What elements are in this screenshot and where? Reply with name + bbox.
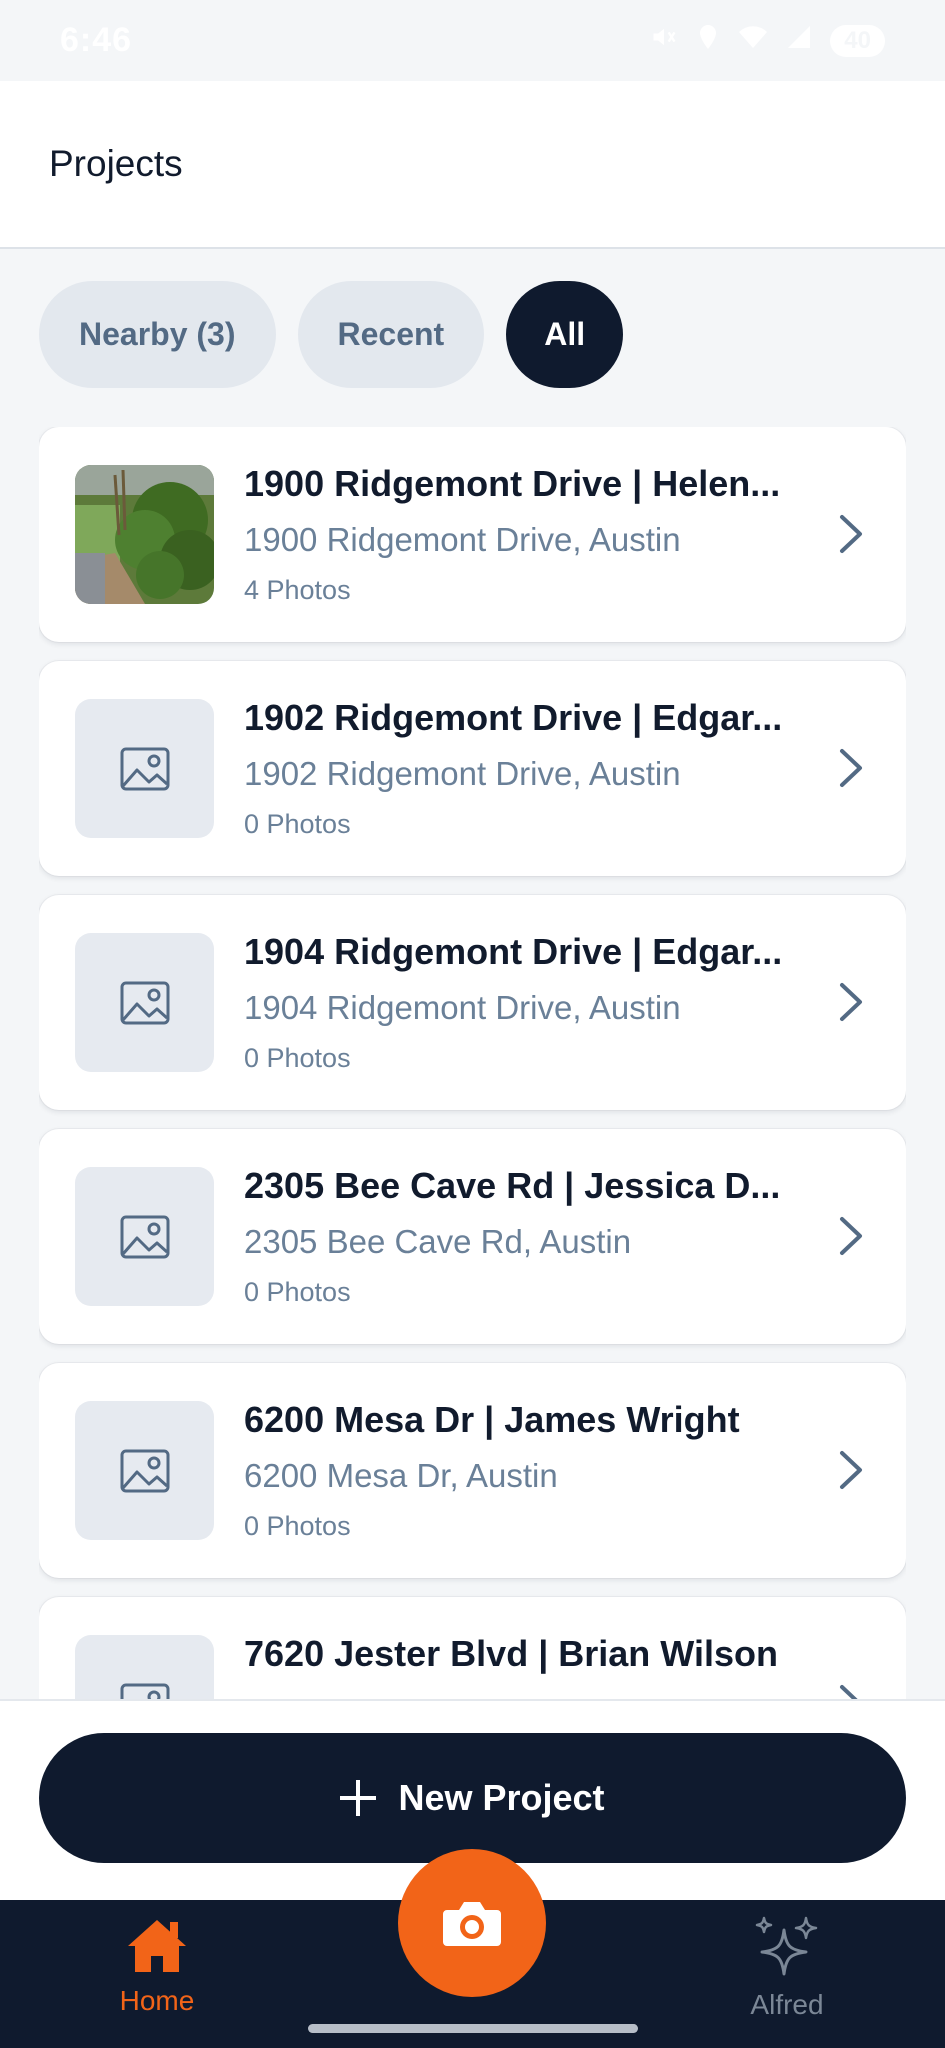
filter-chips: Nearby (3) Recent All [39,281,624,388]
project-address: 2305 Bee Cave Rd, Austin [244,1223,632,1260]
signal-icon [786,24,812,57]
sparkles-icon [755,1916,818,1976]
project-thumbnail-placeholder [75,699,214,838]
project-thumbnail-placeholder [75,933,214,1072]
tab-alfred[interactable]: Alfred [707,1916,867,2021]
chevron-right-icon [840,983,862,1021]
project-card[interactable]: 2305 Bee Cave Rd | Jessica D... 2305 Bee… [39,1129,906,1344]
filter-nearby[interactable]: Nearby (3) [39,281,276,388]
project-title: 1904 Ridgemont Drive | Edgar... [244,931,783,972]
mute-icon [650,23,678,58]
battery-indicator: 40 [830,24,885,57]
project-photo-count: 4 Photos [244,575,351,605]
project-address: 1902 Ridgemont Drive, Austin [244,755,681,792]
project-card[interactable]: 7620 Jester Blvd | Brian Wilson [39,1597,906,1699]
image-icon [120,747,169,790]
project-list: 1900 Ridgemont Drive | Helen... 1900 Rid… [39,427,906,1699]
chevron-right-icon [840,1451,862,1489]
project-card[interactable]: 1904 Ridgemont Drive | Edgar... 1904 Rid… [39,895,906,1110]
tab-alfred-label: Alfred [750,1989,824,2020]
project-thumbnail-placeholder [75,1401,214,1540]
tab-home[interactable]: Home [77,1916,237,2017]
image-icon [120,1449,169,1492]
project-card[interactable]: 1902 Ridgemont Drive | Edgar... 1902 Rid… [39,661,906,876]
image-icon [120,981,169,1024]
wifi-icon [738,24,768,57]
project-photo [75,465,214,604]
project-address: 1900 Ridgemont Drive, Austin [244,521,681,558]
chevron-right-icon [840,1217,862,1255]
project-photo-count: 0 Photos [244,809,351,839]
image-icon [120,1683,169,1699]
project-card[interactable]: 6200 Mesa Dr | James Wright 6200 Mesa Dr… [39,1363,906,1578]
camera-icon [443,1902,501,1946]
filter-recent[interactable]: Recent [297,281,485,388]
app-header: Projects [0,81,945,249]
project-address: 1904 Ridgemont Drive, Austin [244,989,681,1026]
chevron-right-icon [840,749,862,787]
status-icons: 40 [650,23,885,58]
plus-icon [340,1780,377,1816]
project-title: 7620 Jester Blvd | Brian Wilson [244,1633,778,1674]
project-address: 6200 Mesa Dr, Austin [244,1457,558,1494]
new-project-label: New Project [398,1777,605,1818]
camera-button[interactable] [398,1849,546,1997]
filter-all[interactable]: All [506,281,624,388]
status-time: 6:46 [60,21,133,59]
project-card[interactable]: 1900 Ridgemont Drive | Helen... 1900 Rid… [39,427,906,642]
home-indicator [308,2024,638,2033]
image-icon [120,1215,169,1258]
new-project-button[interactable]: New Project [39,1733,906,1863]
chevron-right-icon [840,515,862,553]
project-title: 2305 Bee Cave Rd | Jessica D... [244,1165,781,1206]
project-thumbnail-placeholder [75,1635,214,1699]
project-photo-count: 0 Photos [244,1277,351,1307]
chevron-right-icon [840,1685,858,1699]
project-photo-count: 0 Photos [244,1043,351,1073]
project-title: 1902 Ridgemont Drive | Edgar... [244,697,783,738]
tab-home-label: Home [119,1985,195,2016]
project-thumbnail-placeholder [75,1167,214,1306]
location-icon [696,23,720,58]
status-bar: 6:46 40 [0,0,945,81]
project-title: 1900 Ridgemont Drive | Helen... [244,463,781,504]
home-icon [128,1920,186,1972]
project-photo-count: 0 Photos [244,1511,351,1541]
page-title: Projects [49,143,183,184]
project-title: 6200 Mesa Dr | James Wright [244,1399,740,1440]
